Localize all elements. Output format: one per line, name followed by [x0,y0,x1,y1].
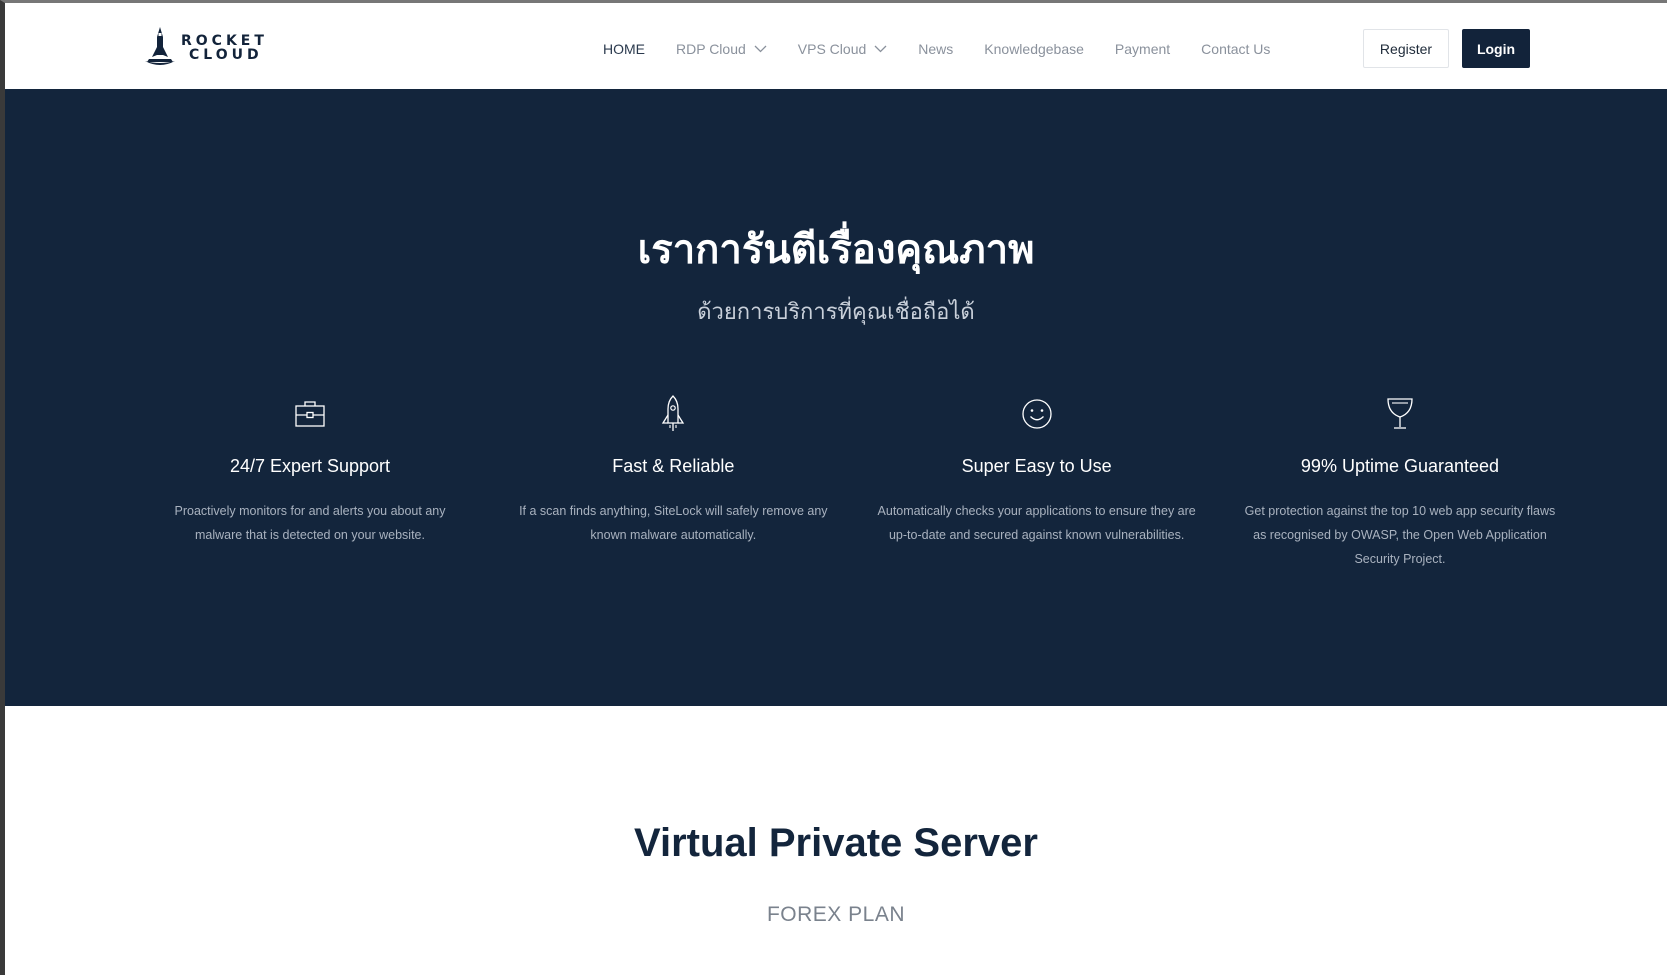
feature-title: 24/7 Expert Support [229,456,391,476]
nav-knowledgebase-label: Knowledgebase [984,41,1084,57]
feature-item: Fast & Reliable If a scan finds anything… [508,394,838,571]
rocket-icon [145,27,175,65]
hero-subtitle: ด้วยการบริการที่คุณเชื่อถือได้ [697,300,975,325]
feature-text: Get protection against the top 10 web ap… [1244,504,1556,566]
section-subtitle: FOREX PLAN [766,903,906,926]
feature-title: Fast & Reliable [612,456,735,476]
briefcase-icon [295,401,325,427]
nav-payment[interactable]: Payment [1115,41,1170,57]
register-button[interactable]: Register [1363,29,1449,68]
nav-contact-us-label: Contact Us [1201,41,1271,57]
section-title: Virtual Private Server [634,821,1038,865]
nav-vps-cloud[interactable]: VPS Cloud [798,41,887,57]
trophy-icon [1387,398,1413,429]
hero-section: เราการันตีเรื่องคุณภาพ ด้วยการบริการที่ค… [5,89,1667,706]
nav-contact-us[interactable]: Contact Us [1201,41,1270,57]
nav-home[interactable]: HOME [603,41,645,57]
nav-news-label: News [918,41,954,57]
nav-news[interactable]: News [918,41,953,57]
chevron-down-icon [754,45,767,53]
hero-title: เราการันตีเรื่องคุณภาพ [637,227,1035,273]
nav-vps-cloud-label: VPS Cloud [797,41,867,57]
feature-item: Super Easy to Use Automatically checks y… [872,394,1202,571]
feature-title: 99% Uptime Guaranteed [1300,456,1500,476]
smiley-icon [1022,399,1052,429]
nav-home-label: HOME [603,41,645,57]
rocket-icon [662,395,685,431]
login-button[interactable]: Login [1462,29,1530,68]
feature-title: Super Easy to Use [961,456,1112,476]
feature-text: Proactively monitors for and alerts you … [174,504,446,542]
feature-text: Automatically checks your applications t… [877,504,1196,542]
chevron-down-icon [874,45,887,53]
site-header: ROCKET CLOUD HOME RDP Cloud VPS Cloud Ne… [5,3,1667,89]
site-logo[interactable]: ROCKET CLOUD [143,23,273,73]
feature-item: 99% Uptime Guaranteed Get protection aga… [1235,394,1565,571]
logo-line-2: CLOUD [189,47,263,63]
nav-payment-label: Payment [1114,41,1171,57]
feature-item: 24/7 Expert Support Proactively monitors… [145,394,475,571]
logo-line-1: ROCKET [181,33,268,49]
nav-rdp-cloud[interactable]: RDP Cloud [676,41,767,57]
main-nav: HOME RDP Cloud VPS Cloud News Knowledgeb… [603,39,1301,59]
nav-knowledgebase[interactable]: Knowledgebase [984,41,1084,57]
feature-list: 24/7 Expert Support Proactively monitors… [145,394,1565,571]
nav-rdp-cloud-label: RDP Cloud [676,41,746,57]
feature-text: If a scan finds anything, SiteLock will … [519,504,828,542]
page-frame: ROCKET CLOUD HOME RDP Cloud VPS Cloud Ne… [0,0,1667,975]
